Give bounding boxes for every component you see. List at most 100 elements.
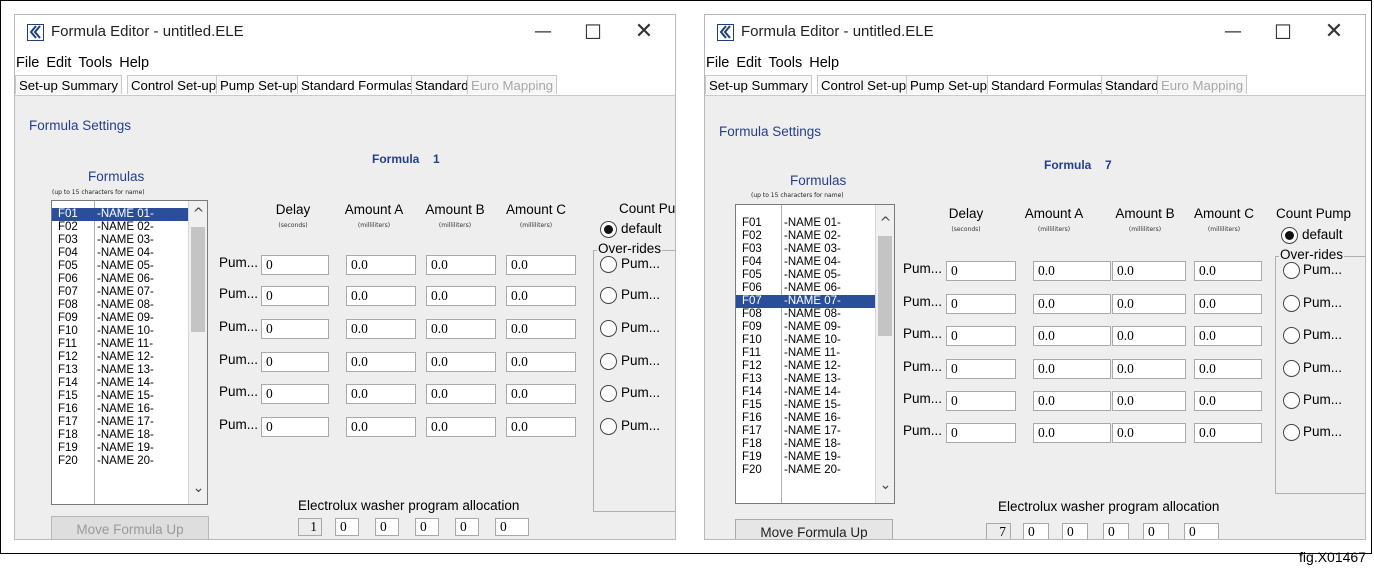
- tab-standard-formulas[interactable]: Standard Formulas: [987, 75, 1108, 94]
- count-pump-default-radio[interactable]: [1281, 227, 1298, 244]
- amount-a-field[interactable]: 0.0: [346, 384, 416, 404]
- list-item[interactable]: F09 -NAME 09-: [736, 321, 876, 334]
- menu-tools[interactable]: Tools: [767, 53, 803, 73]
- allocation-field[interactable]: 0: [1023, 523, 1049, 539]
- close-icon[interactable]: ✕: [1311, 15, 1357, 49]
- amount-b-field[interactable]: 0.0: [1112, 359, 1186, 379]
- list-scrollbar[interactable]: ^ ⌄: [188, 201, 207, 504]
- amount-c-field[interactable]: 0.0: [1194, 423, 1262, 443]
- list-item[interactable]: F06 -NAME 06-: [52, 273, 189, 286]
- menu-help[interactable]: Help: [808, 53, 840, 73]
- scroll-thumb[interactable]: [191, 227, 205, 332]
- list-item[interactable]: F16 -NAME 16-: [52, 403, 189, 416]
- delay-field[interactable]: 0: [261, 384, 329, 404]
- list-item[interactable]: F11 -NAME 11-: [736, 347, 876, 360]
- override-radio[interactable]: [1283, 295, 1300, 312]
- close-icon[interactable]: ✕: [621, 15, 667, 49]
- scroll-thumb[interactable]: [878, 236, 892, 336]
- override-radio[interactable]: [600, 287, 617, 304]
- menu-file[interactable]: File: [705, 53, 730, 73]
- list-item[interactable]: F17 -NAME 17-: [52, 416, 189, 429]
- amount-c-field[interactable]: 0.0: [1194, 326, 1262, 346]
- amount-b-field[interactable]: 0.0: [426, 352, 496, 372]
- menu-edit[interactable]: Edit: [45, 53, 72, 73]
- tab-setup-summary[interactable]: Set-up Summary: [705, 75, 812, 94]
- list-item[interactable]: F19 -NAME 19-: [736, 451, 876, 464]
- allocation-field[interactable]: 0: [415, 518, 439, 536]
- amount-b-field[interactable]: 0.0: [426, 286, 496, 306]
- list-item[interactable]: F13 -NAME 13-: [52, 364, 189, 377]
- minimize-icon[interactable]: —: [1210, 15, 1256, 49]
- amount-c-field[interactable]: 0.0: [506, 384, 576, 404]
- amount-a-field[interactable]: 0.0: [1033, 326, 1111, 346]
- allocation-field[interactable]: 0: [1062, 523, 1088, 539]
- amount-c-field[interactable]: 0.0: [506, 417, 576, 437]
- list-scrollbar[interactable]: ^ ⌄: [875, 205, 894, 503]
- move-formula-up-button[interactable]: Move Formula Up: [51, 516, 209, 539]
- override-radio[interactable]: [1283, 424, 1300, 441]
- list-item[interactable]: F04 -NAME 04-: [52, 247, 189, 260]
- list-item[interactable]: F09 -NAME 09-: [52, 312, 189, 325]
- list-item[interactable]: F20 -NAME 20-: [52, 455, 189, 468]
- delay-field[interactable]: 0: [261, 286, 329, 306]
- list-item[interactable]: F05 -NAME 05-: [736, 269, 876, 282]
- delay-field[interactable]: 0: [946, 294, 1016, 314]
- list-item[interactable]: F05 -NAME 05-: [52, 260, 189, 273]
- allocation-field[interactable]: 0: [335, 518, 359, 536]
- list-item[interactable]: F19 -NAME 19-: [52, 442, 189, 455]
- list-item[interactable]: F03 -NAME 03-: [736, 243, 876, 256]
- menu-edit[interactable]: Edit: [735, 53, 762, 73]
- amount-c-field[interactable]: 0.0: [1194, 359, 1262, 379]
- override-radio[interactable]: [600, 418, 617, 435]
- delay-field[interactable]: 0: [946, 423, 1016, 443]
- amount-c-field[interactable]: 0.0: [506, 319, 576, 339]
- amount-c-field[interactable]: 0.0: [1194, 391, 1262, 411]
- delay-field[interactable]: 0: [946, 261, 1016, 281]
- list-item[interactable]: F14 -NAME 14-: [736, 386, 876, 399]
- move-formula-up-button[interactable]: Move Formula Up: [735, 519, 893, 539]
- menu-file[interactable]: File: [15, 53, 40, 73]
- amount-c-field[interactable]: 0.0: [506, 255, 576, 275]
- scroll-down-icon[interactable]: ⌄: [189, 480, 207, 496]
- amount-c-field[interactable]: 0.0: [1194, 261, 1262, 281]
- scroll-up-icon[interactable]: ^: [876, 215, 894, 231]
- override-radio[interactable]: [1283, 392, 1300, 409]
- amount-b-field[interactable]: 0.0: [1112, 423, 1186, 443]
- list-item[interactable]: F11 -NAME 11-: [52, 338, 189, 351]
- amount-a-field[interactable]: 0.0: [1033, 261, 1111, 281]
- maximize-icon[interactable]: ☐: [1260, 15, 1306, 49]
- delay-field[interactable]: 0: [261, 352, 329, 372]
- amount-b-field[interactable]: 0.0: [1112, 294, 1186, 314]
- amount-a-field[interactable]: 0.0: [346, 417, 416, 437]
- override-radio[interactable]: [600, 320, 617, 337]
- amount-b-field[interactable]: 0.0: [1112, 326, 1186, 346]
- amount-b-field[interactable]: 0.0: [426, 255, 496, 275]
- delay-field[interactable]: 0: [946, 391, 1016, 411]
- amount-c-field[interactable]: 0.0: [506, 286, 576, 306]
- delay-field[interactable]: 0: [946, 359, 1016, 379]
- list-item[interactable]: F01 -NAME 01-: [736, 217, 876, 230]
- override-radio[interactable]: [600, 385, 617, 402]
- list-item[interactable]: F18 -NAME 18-: [52, 429, 189, 442]
- allocation-field[interactable]: 0: [375, 518, 399, 536]
- amount-a-field[interactable]: 0.0: [1033, 423, 1111, 443]
- amount-a-field[interactable]: 0.0: [1033, 391, 1111, 411]
- allocation-field[interactable]: 1: [298, 518, 322, 536]
- list-item[interactable]: F08 -NAME 08-: [736, 308, 876, 321]
- list-item[interactable]: F17 -NAME 17-: [736, 425, 876, 438]
- list-item[interactable]: F06 -NAME 06-: [736, 282, 876, 295]
- allocation-field[interactable]: 0: [455, 518, 479, 536]
- allocation-field[interactable]: 0: [1103, 523, 1129, 539]
- menu-tools[interactable]: Tools: [77, 53, 113, 73]
- formula-list[interactable]: F01 -NAME 01- F02 -NAME 02- F03 -NAME 03- F…: [51, 200, 208, 505]
- list-item[interactable]: F18 -NAME 18-: [736, 438, 876, 451]
- list-item[interactable]: F12 -NAME 12-: [736, 360, 876, 373]
- delay-field[interactable]: 0: [261, 255, 329, 275]
- amount-a-field[interactable]: 0.0: [346, 286, 416, 306]
- override-radio[interactable]: [600, 353, 617, 370]
- list-item[interactable]: F10 -NAME 10-: [52, 325, 189, 338]
- override-radio[interactable]: [1283, 262, 1300, 279]
- tab-control-setup[interactable]: Control Set-up: [817, 75, 911, 94]
- scroll-up-icon[interactable]: ^: [189, 206, 207, 222]
- menu-help[interactable]: Help: [118, 53, 150, 73]
